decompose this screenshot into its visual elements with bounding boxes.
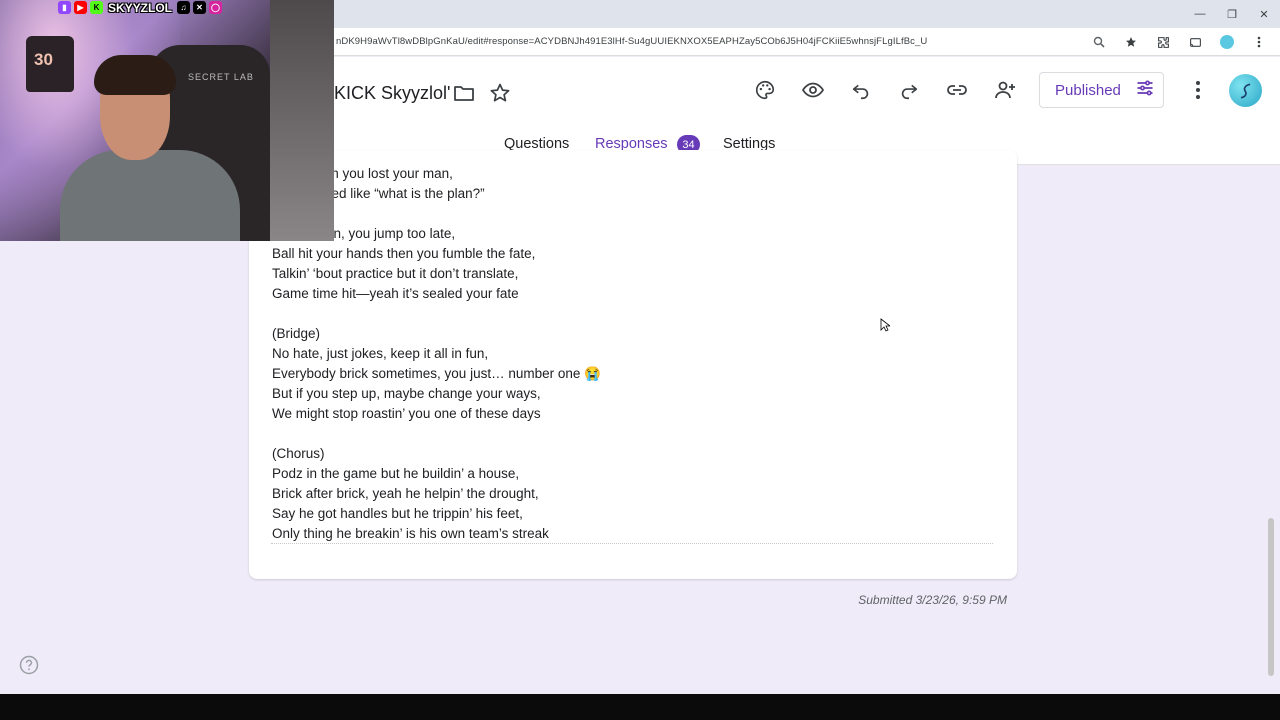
webcam-person-hair xyxy=(94,55,176,95)
answer-line: Only thing he breakin’ is his own team’s… xyxy=(272,526,549,541)
streamer-handle: SKYYZLOL xyxy=(108,0,173,15)
url-text[interactable]: nDK9H9aWvTl8wDBlpGnKaU/edit#response=ACY… xyxy=(336,36,927,47)
bookmark-star-icon[interactable] xyxy=(1118,32,1144,52)
answer-divider xyxy=(271,543,993,544)
extensions-icon[interactable] xyxy=(1150,32,1176,52)
close-icon[interactable]: ✕ xyxy=(1248,0,1280,28)
profile-icon[interactable] xyxy=(1214,32,1240,52)
answer-line: kin’ stressed like “what is the plan?” xyxy=(272,186,485,201)
submitted-timestamp: Submitted 3/23/26, 9:59 PM xyxy=(858,593,1007,607)
answer-line: Say he got handles but he trippin’ his f… xyxy=(272,506,523,521)
palette-icon[interactable] xyxy=(752,77,778,103)
form-title[interactable]: KICK Skyyzlol' xyxy=(334,83,450,104)
twitch-icon: ▮ xyxy=(58,1,71,14)
published-label: Published xyxy=(1055,81,1121,99)
account-avatar[interactable] xyxy=(1229,74,1262,107)
x-icon: ✕ xyxy=(193,1,207,14)
star-icon[interactable] xyxy=(488,81,512,105)
redo-icon[interactable] xyxy=(896,77,922,103)
more-options-icon[interactable] xyxy=(1186,77,1210,103)
webcam-jersey-number: 30 xyxy=(34,50,53,69)
add-collaborator-icon[interactable] xyxy=(992,77,1018,103)
page-scrollbar[interactable] xyxy=(1268,518,1274,676)
answer-line: Game time hit—yeah it’s sealed your fate xyxy=(272,286,519,301)
answer-line: Ball hit your hands then you fumble the … xyxy=(272,246,536,261)
answer-line: Brick after brick, yeah he helpin’ the d… xyxy=(272,486,539,501)
mouse-cursor-icon xyxy=(880,318,892,332)
answer-line xyxy=(272,424,992,444)
webcam-overlay: 30 SECRET LAB ▮ ▶ K SKYYZLOL ♫ ✕ ◯ xyxy=(0,0,334,241)
cast-icon[interactable] xyxy=(1182,32,1208,52)
address-bar-icons xyxy=(1086,32,1272,52)
minimize-icon[interactable]: — xyxy=(1184,0,1216,28)
preview-eye-icon[interactable] xyxy=(800,77,826,103)
link-icon[interactable] xyxy=(944,77,970,103)
answer-line xyxy=(272,204,992,224)
webcam-chair-logo: SECRET LAB xyxy=(188,72,254,82)
youtube-icon: ▶ xyxy=(74,1,87,14)
response-answer-text: he air, man you lost your man, kin’ stres… xyxy=(272,164,992,544)
answer-line: Everybody brick sometimes, you just… num… xyxy=(272,366,601,381)
kick-icon: K xyxy=(90,1,103,14)
settings-sliders-icon xyxy=(1135,78,1155,103)
window-controls: — ❐ ✕ xyxy=(1184,0,1280,28)
zoom-icon[interactable] xyxy=(1086,32,1112,52)
restore-icon[interactable]: ❐ xyxy=(1216,0,1248,28)
answer-line: he air, man you lost your man, xyxy=(272,166,453,181)
help-icon[interactable] xyxy=(19,655,39,675)
webcam-person-shirt xyxy=(60,150,240,241)
answer-line: come down, you jump too late, xyxy=(272,226,456,241)
answer-line: Podz in the game but he buildin’ a house… xyxy=(272,466,520,481)
tiktok-icon: ♫ xyxy=(177,1,191,14)
answer-line: Talkin’ ‘bout practice but it don’t tran… xyxy=(272,266,519,281)
instagram-icon: ◯ xyxy=(209,1,223,14)
os-taskbar xyxy=(0,694,1280,720)
browser-menu-icon[interactable] xyxy=(1246,32,1272,52)
published-button[interactable]: Published xyxy=(1039,72,1164,108)
answer-line: But if you step up, maybe change your wa… xyxy=(272,386,541,401)
undo-icon[interactable] xyxy=(848,77,874,103)
answer-line: No hate, just jokes, keep it all in fun, xyxy=(272,346,489,361)
webcam-social-bar: ▮ ▶ K SKYYZLOL ♫ ✕ ◯ xyxy=(58,0,223,15)
webcam-door-frame xyxy=(270,0,334,241)
answer-line: We might stop roastin’ you one of these … xyxy=(272,406,541,421)
folder-icon[interactable] xyxy=(452,81,476,105)
answer-line: (Chorus) xyxy=(272,446,325,461)
